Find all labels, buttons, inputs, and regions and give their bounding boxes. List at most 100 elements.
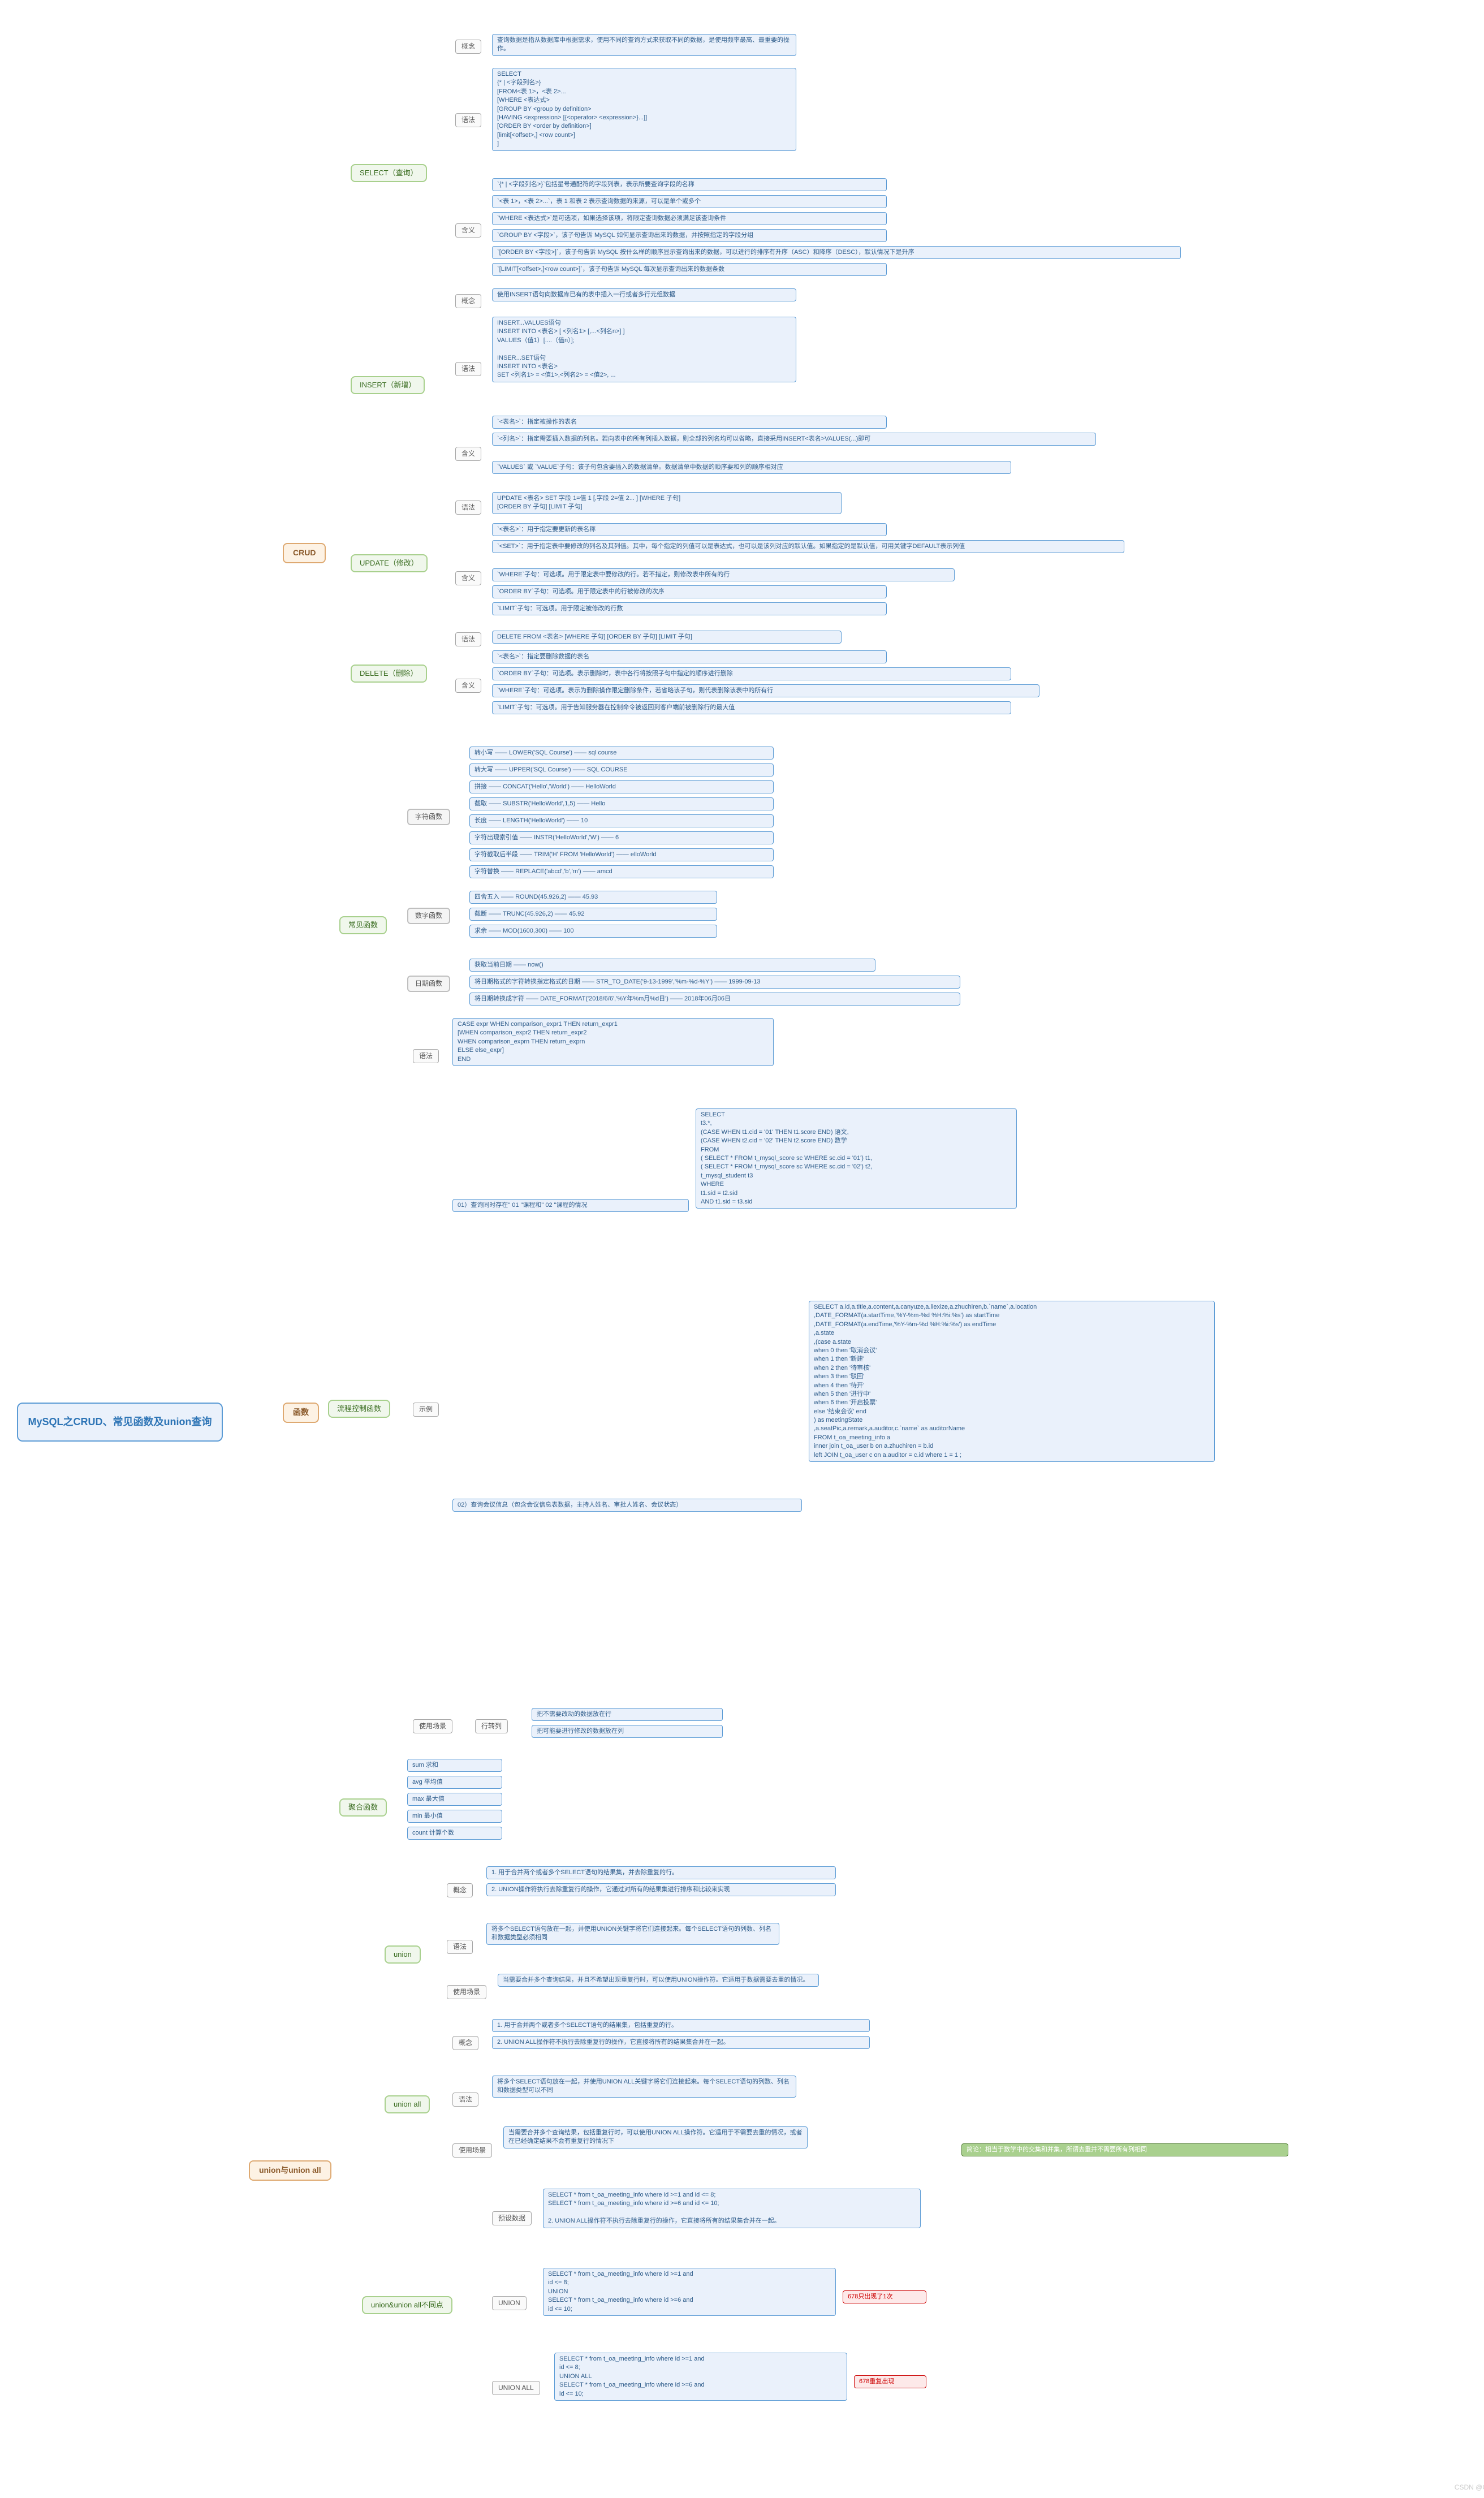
- box-ins-gn: 使用INSERT语句向数据库已有的表中插入一行或者多行元组数据: [492, 288, 796, 301]
- node-riqi: 日期函数: [407, 976, 450, 992]
- box-sel-hy4: `[ORDER BY <字段>]`，该子句告诉 MySQL 按什么样的顺序显示查…: [492, 246, 1181, 259]
- lbl-ins-hy: 含义: [455, 447, 481, 461]
- box-sel-hy3: `GROUP BY <字段>`，该子句告诉 MySQL 如何显示查询出来的数据，…: [492, 229, 887, 242]
- branch-union: union与union all: [249, 2160, 331, 2181]
- box-lc-s2v: SELECT a.id,a.title,a.content,a.canyuze,…: [809, 1301, 1215, 1462]
- box-del-hy3: `LIMIT`子句：可选项。用于告知服务器在控制命令被返回到客户端前被删除行的最…: [492, 701, 1011, 714]
- box-ins-hy0: `<表名>`：指定被操作的表名: [492, 416, 887, 429]
- box-ua-sy: 当需要合并多个查询结果，包括重复行时，可以使用UNION ALL操作符。它适用于…: [503, 2126, 808, 2148]
- box-ua-yf: 将多个SELECT语句放在一起，并使用UNION ALL关键字将它们连接起来。每…: [492, 2076, 796, 2098]
- branch-hanshu: 函数: [283, 1403, 319, 1423]
- box-zf5: 字符出现索引值 —— INSTR('HelloWorld','W') —— 6: [469, 831, 774, 844]
- box-rq2: 将日期转换成字符 —— DATE_FORMAT('2018/6/6','%Y年%…: [469, 993, 960, 1006]
- node-update: UPDATE（修改）: [351, 554, 428, 572]
- box-zf1: 转大写 —— UPPER('SQL Course') —— SQL COURSE: [469, 763, 774, 776]
- box-upd-yf: UPDATE <表名> SET 字段 1=值 1 [,字段 2=值 2... ]…: [492, 492, 842, 514]
- box-lc-s1v: SELECT t3.*, (CASE WHEN t1.cid = '01' TH…: [696, 1108, 1017, 1209]
- box-upd-hy1: `<SET>`：用于指定表中要修改的列名及其列值。其中，每个指定的列值可以是表达…: [492, 540, 1124, 553]
- node-diff: union&union all不同点: [362, 2296, 452, 2314]
- box-lc-yf: CASE expr WHEN comparison_expr1 THEN ret…: [452, 1018, 774, 1066]
- box-jh4: count 计算个数: [407, 1827, 502, 1840]
- box-upd-hy0: `<表名>`：用于指定要更新的表名称: [492, 523, 887, 536]
- box-ua-gn0: 1. 用于合并两个或者多个SELECT语句的结果集，包括重复的行。: [492, 2019, 870, 2032]
- box-del-hy2: `WHERE`子句：可选项。表示为删除操作限定删除条件，若省略该子句，则代表删除…: [492, 684, 1039, 697]
- node-delete: DELETE（删除）: [351, 665, 427, 683]
- box-lc-s2l: 02）查询会议信息（包含会议信息表数据，主持人姓名、审批人姓名、会议状态）: [452, 1499, 802, 1512]
- box-sz2: 求余 —— MOD(1600,300) —— 100: [469, 925, 717, 938]
- box-del-yf: DELETE FROM <表名> [WHERE 子句] [ORDER BY 子句…: [492, 631, 842, 644]
- box-zf4: 长度 —— LENGTH('HelloWorld') —— 10: [469, 814, 774, 827]
- box-sel-hy1: `<表 1>，<表 2>...`，表 1 和表 2 表示查询数据的来源，可以是单…: [492, 195, 887, 208]
- lbl-ins-gn: 概念: [455, 294, 481, 308]
- box-jh0: sum 求和: [407, 1759, 502, 1772]
- lbl-diff-ual: UNION ALL: [492, 2381, 540, 2395]
- box-sz0: 四舍五入 —— ROUND(45.926,2) —— 45.93: [469, 891, 717, 904]
- box-diff-un: SELECT * from t_oa_meeting_info where id…: [543, 2268, 836, 2316]
- box-rq0: 获取当前日期 —— now(): [469, 959, 875, 972]
- box-upd-hy2: `WHERE`子句：可选项。用于限定表中要修改的行。若不指定，则修改表中所有的行: [492, 568, 955, 581]
- watermark: CSDN @Gun: [1455, 2483, 1484, 2492]
- box-sel-hy2: `WHERE <表达式>`是可选项，如果选择该项，将限定查询数据必须满足该查询条…: [492, 212, 887, 225]
- node-changjian: 常见函数: [339, 916, 387, 934]
- box-u-sy: 当需要合并多个查询结果，并且不希望出现重复行时，可以使用UNION操作符。它适用…: [498, 1974, 819, 1987]
- node-unionall: union all: [385, 2095, 430, 2113]
- lbl-select-hanyi: 含义: [455, 223, 481, 238]
- lbl-ins-yf: 语法: [455, 362, 481, 376]
- node-juhe: 聚合函数: [339, 1798, 387, 1817]
- box-lc-sy1: 把可能要进行修改的数据放在列: [532, 1725, 723, 1738]
- mindmap: MySQL之CRUD、常见函数及union查询 CRUD SELECT（查询） …: [0, 0, 1484, 2498]
- box-u-gn0: 1. 用于合并两个或者多个SELECT语句的结果集，并去除重复的行。: [486, 1866, 836, 1879]
- lbl-diff-un: UNION: [492, 2296, 527, 2310]
- box-jh3: min 最小值: [407, 1810, 502, 1823]
- box-zf7: 字符替换 —— REPLACE('abcd','b','m') —— amcd: [469, 865, 774, 878]
- box-sz1: 截断 —— TRUNC(45.926,2) —— 45.92: [469, 908, 717, 921]
- box-lc-sy0: 把不需要改动的数据放在行: [532, 1708, 723, 1721]
- node-union: union: [385, 1945, 421, 1964]
- lbl-upd-hy: 含义: [455, 571, 481, 585]
- lbl-u-sy: 使用场景: [447, 1985, 486, 1999]
- box-del-hy1: `ORDER BY`子句：可选项。表示删除时，表中各行将按照子句中指定的顺序进行…: [492, 667, 1011, 680]
- node-shuzi: 数字函数: [407, 908, 450, 924]
- box-ua-gn1: 2. UNION ALL操作符不执行去除重复行的操作，它直接将所有的结果集合并在…: [492, 2036, 870, 2049]
- box-select-gainian: 查询数据是指从数据库中根据需求，使用不同的查询方式来获取不同的数据，是使用频率最…: [492, 34, 796, 56]
- node-zifu: 字符函数: [407, 809, 450, 825]
- box-jh2: max 最大值: [407, 1793, 502, 1806]
- box-jianlun: 简论：相当于数学中的交集和并集，所谓去重并不需要所有列相同: [961, 2143, 1288, 2156]
- box-diff-mn: SELECT * from t_oa_meeting_info where id…: [543, 2189, 921, 2228]
- box-zf3: 截取 —— SUBSTR('HelloWorld',1,5) —— Hello: [469, 797, 774, 810]
- lbl-select-yufa: 语法: [455, 113, 481, 127]
- box-sel-hy5: `[LIMIT[<offset>,]<row count>]`，该子句告诉 My…: [492, 263, 887, 276]
- node-insert: INSERT（新增）: [351, 376, 425, 394]
- lbl-lc-sl: 示例: [413, 1403, 439, 1417]
- box-diff-un-note: 678只出现了1次: [843, 2290, 926, 2303]
- box-sel-hy0: `{* | <字段列名>}`包括星号通配符的字段列表，表示所要查询字段的名称: [492, 178, 887, 191]
- lbl-u-gn: 概念: [447, 1883, 473, 1897]
- lbl-upd-yf: 语法: [455, 501, 481, 515]
- lbl-del-yf: 语法: [455, 632, 481, 646]
- box-zf6: 字符截取后半段 —— TRIM('H' FROM 'HelloWorld') —…: [469, 848, 774, 861]
- lbl-lc-sy: 使用场景: [413, 1719, 452, 1733]
- lbl-lc-yf: 语法: [413, 1049, 439, 1063]
- box-upd-hy3: `ORDER BY`子句：可选项。用于限定表中的行被修改的次序: [492, 585, 887, 598]
- box-del-hy0: `<表名>`：指定要删除数据的表名: [492, 650, 887, 663]
- root-node: MySQL之CRUD、常见函数及union查询: [17, 1403, 223, 1442]
- box-u-yf: 将多个SELECT语句放在一起，并使用UNION关键字将它们连接起来。每个SEL…: [486, 1923, 779, 1945]
- box-u-gn1: 2. UNION操作符执行去除重复行的操作，它通过对所有的结果集进行排序和比较来…: [486, 1883, 836, 1896]
- lbl-ua-yf: 语法: [452, 2093, 478, 2107]
- box-diff-ual: SELECT * from t_oa_meeting_info where id…: [554, 2353, 847, 2401]
- box-jh1: avg 平均值: [407, 1776, 502, 1789]
- node-liucheng: 流程控制函数: [328, 1400, 390, 1418]
- box-lc-s1l: 01）查询同时存在" 01 "课程和" 02 "课程的情况: [452, 1199, 689, 1212]
- box-ins-hy1: `<列名>`：指定需要插入数据的列名。若向表中的所有列插入数据，则全部的列名均可…: [492, 433, 1096, 446]
- box-diff-ual-note: 678重复出现: [854, 2375, 926, 2388]
- box-zf2: 拼接 —— CONCAT('Hello','World') —— HelloWo…: [469, 780, 774, 793]
- lbl-diff-mn: 预设数据: [492, 2211, 532, 2225]
- branch-crud: CRUD: [283, 543, 326, 563]
- box-ins-yf: INSERT...VALUES语句 INSERT INTO <表名> [ <列名…: [492, 317, 796, 382]
- lbl-del-hy: 含义: [455, 679, 481, 693]
- box-zf0: 转小写 —— LOWER('SQL Course') —— sql course: [469, 747, 774, 760]
- lbl-select-gainian: 概念: [455, 40, 481, 54]
- lbl-ua-sy: 使用场景: [452, 2143, 492, 2158]
- node-select: SELECT（查询）: [351, 164, 427, 182]
- lbl-lc-hzl: 行转列: [475, 1719, 508, 1733]
